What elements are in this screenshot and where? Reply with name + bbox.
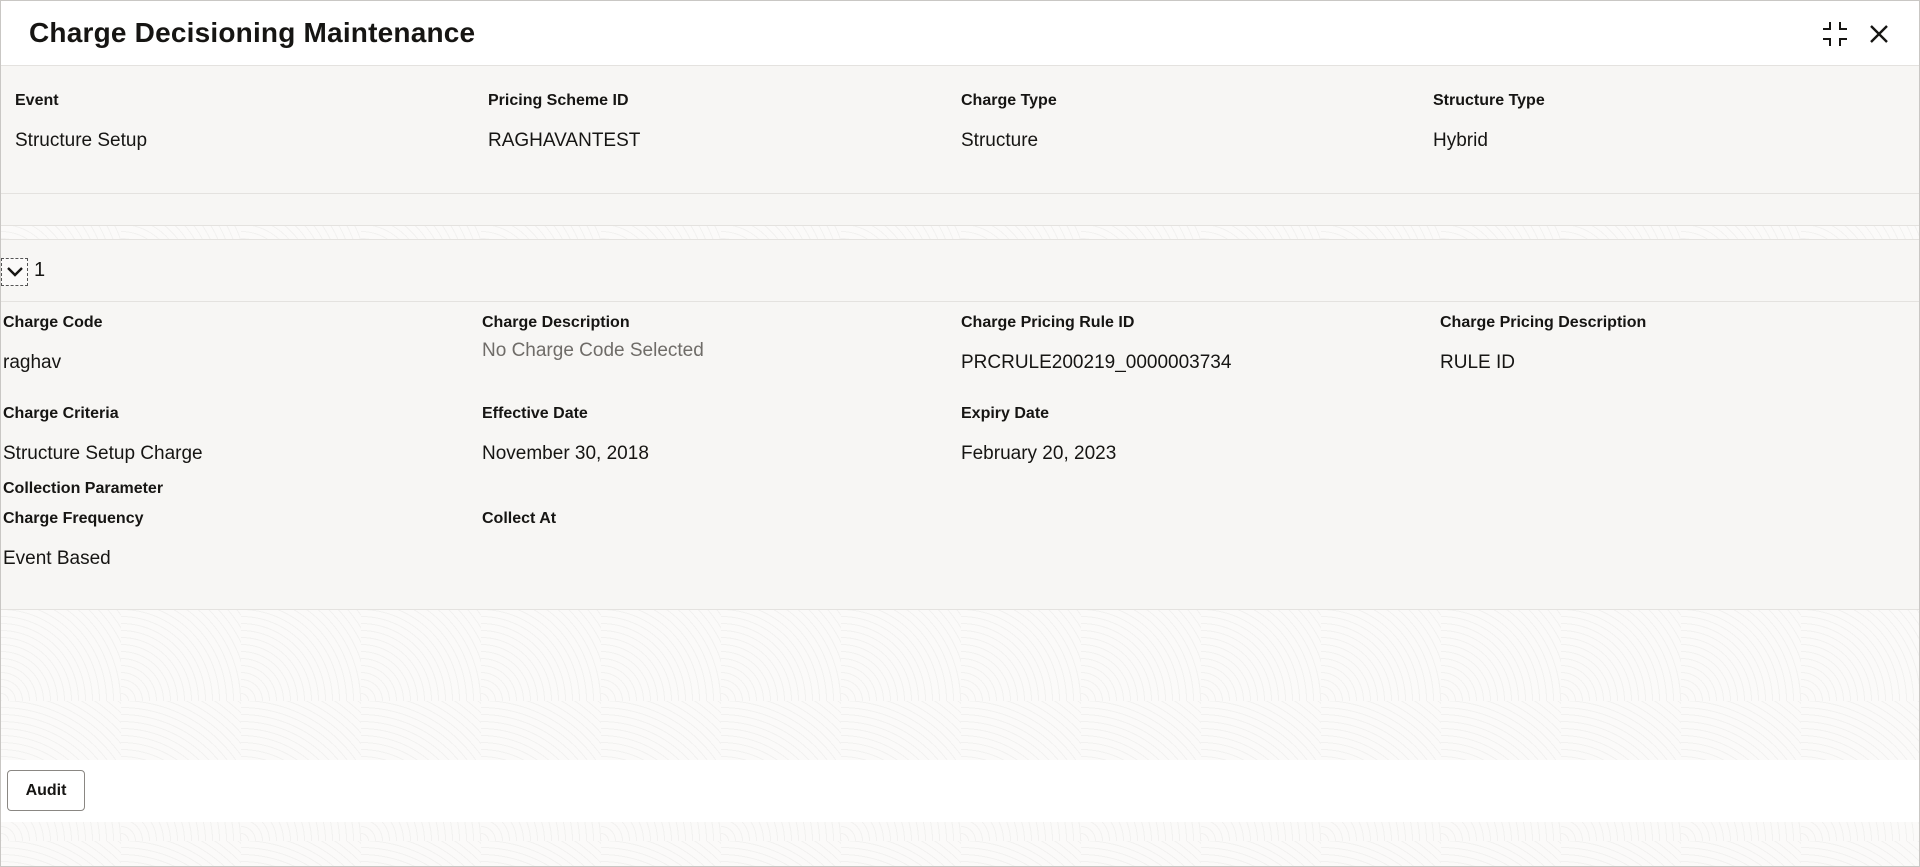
charge-description-value: No Charge Code Selected [482, 340, 704, 361]
charge-accordion: 1 Charge Code raghav Charge Description … [1, 239, 1919, 610]
event-field: Event Structure Setup [15, 92, 147, 152]
accordion-number: 1 [34, 259, 46, 281]
minimize-button[interactable] [1818, 17, 1852, 51]
structure-type-label: Structure Type [1433, 92, 1545, 109]
expiry-date-label: Expiry Date [961, 405, 1050, 422]
charge-frequency-label: Charge Frequency [3, 510, 144, 527]
page-title: Charge Decisioning Maintenance [29, 17, 476, 48]
charge-pricing-rule-id-field: Charge Pricing Rule ID PRCRULE200219_000… [961, 314, 1231, 374]
pricing-scheme-id-value: RAGHAVANTEST [488, 130, 641, 151]
pricing-scheme-id-label: Pricing Scheme ID [488, 92, 629, 109]
collect-at-label: Collect At [482, 510, 557, 527]
charge-code-label: Charge Code [3, 314, 103, 331]
chevron-down-icon [6, 267, 23, 277]
summary-panel: Event Structure Setup Pricing Scheme ID … [1, 66, 1919, 194]
charge-description-field: Charge Description No Charge Code Select… [482, 314, 704, 362]
expiry-date-field: Expiry Date February 20, 2023 [961, 405, 1116, 465]
charge-pricing-description-field: Charge Pricing Description RULE ID [1440, 314, 1646, 374]
charge-pricing-description-label: Charge Pricing Description [1440, 314, 1647, 331]
close-icon [1870, 25, 1888, 43]
charge-type-field: Charge Type Structure [961, 92, 1057, 152]
charge-criteria-field: Charge Criteria Structure Setup Charge [3, 405, 203, 465]
collect-at-field: Collect At [482, 510, 556, 548]
charge-frequency-value: Event Based [3, 548, 111, 569]
title-bar: Charge Decisioning Maintenance [1, 1, 1919, 66]
accordion-header[interactable]: 1 [1, 240, 1919, 302]
charge-pricing-rule-id-label: Charge Pricing Rule ID [961, 314, 1135, 331]
accordion-toggle-button[interactable] [1, 258, 28, 286]
charge-frequency-field: Charge Frequency Event Based [3, 510, 143, 570]
charge-pricing-description-value: RULE ID [1440, 352, 1515, 373]
audit-button[interactable]: Audit [7, 770, 85, 811]
collapse-arrows-icon [1823, 22, 1847, 46]
structure-type-field: Structure Type Hybrid [1433, 92, 1545, 152]
footer-bar: Audit [1, 760, 1919, 822]
close-button[interactable] [1862, 17, 1896, 51]
pricing-scheme-id-field: Pricing Scheme ID RAGHAVANTEST [488, 92, 640, 152]
effective-date-label: Effective Date [482, 405, 588, 422]
charge-criteria-value: Structure Setup Charge [3, 443, 203, 464]
charge-type-value: Structure [961, 130, 1039, 151]
charge-description-label: Charge Description [482, 314, 630, 331]
charge-type-label: Charge Type [961, 92, 1057, 109]
summary-divider-strip [1, 194, 1919, 226]
effective-date-value: November 30, 2018 [482, 443, 649, 464]
effective-date-field: Effective Date November 30, 2018 [482, 405, 649, 465]
expiry-date-value: February 20, 2023 [961, 443, 1117, 464]
charge-criteria-label: Charge Criteria [3, 405, 119, 422]
charge-pricing-rule-id-value: PRCRULE200219_0000003734 [961, 352, 1232, 373]
event-label: Event [15, 92, 59, 109]
charge-decisioning-window: Charge Decisioning Maintenance Event Str… [0, 0, 1920, 867]
collection-parameter-title: Collection Parameter [3, 480, 164, 497]
charge-code-value: raghav [3, 352, 62, 373]
event-value: Structure Setup [15, 130, 148, 151]
charge-code-field: Charge Code raghav [3, 314, 103, 374]
structure-type-value: Hybrid [1433, 130, 1488, 151]
